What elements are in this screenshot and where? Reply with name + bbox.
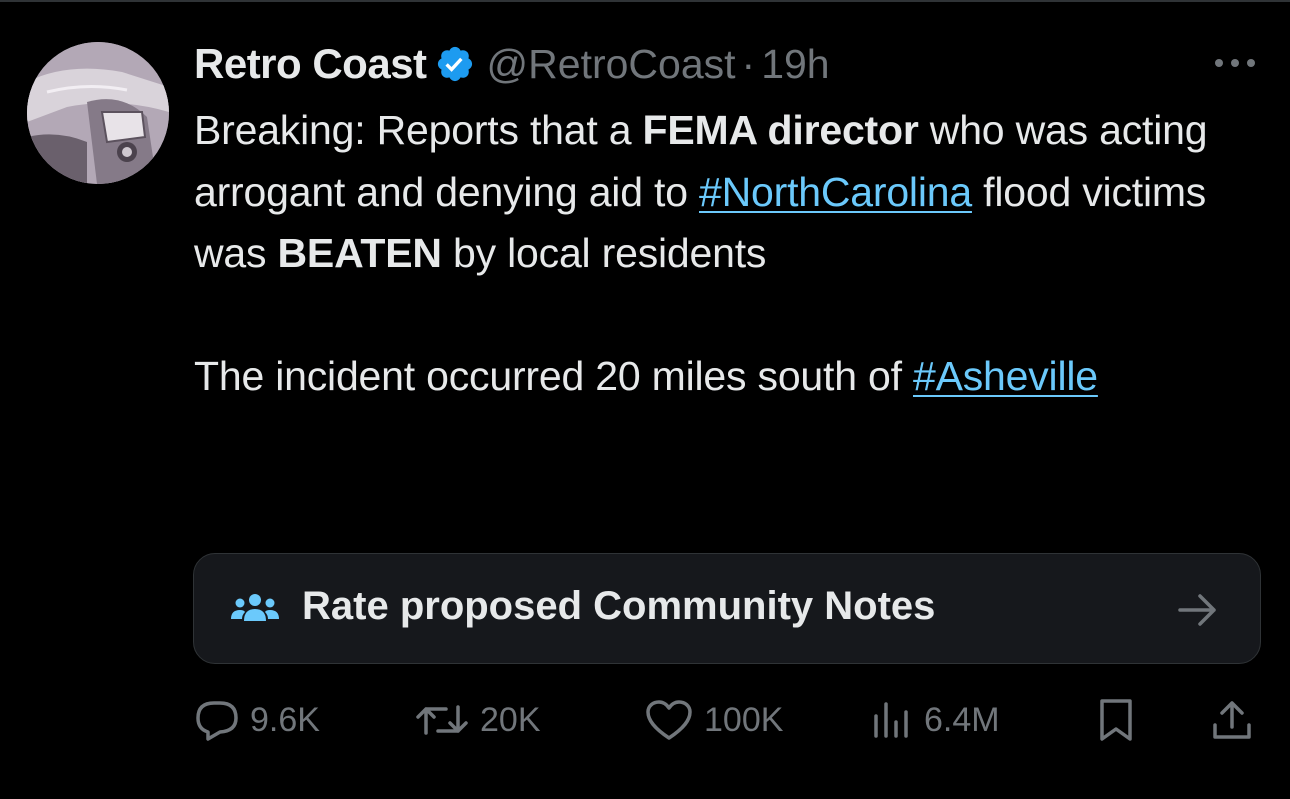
repost-count: 20K bbox=[480, 700, 541, 739]
like-button[interactable]: 100K bbox=[644, 690, 783, 750]
hashtag-northcarolina-link[interactable]: #NorthCarolina bbox=[699, 169, 972, 215]
hashtag-asheville-link[interactable]: #Asheville bbox=[913, 353, 1098, 399]
tweet-text: Breaking: Reports that a FEMA director w… bbox=[194, 100, 1264, 408]
share-button[interactable] bbox=[1210, 690, 1254, 750]
bookmark-icon bbox=[1096, 697, 1136, 743]
bold-text: FEMA director bbox=[642, 107, 919, 153]
tweet-paragraph: Breaking: Reports that a FEMA director w… bbox=[194, 100, 1264, 285]
text-span: The incident occurred 20 miles south of bbox=[194, 353, 913, 399]
views-button[interactable]: 6.4M bbox=[870, 690, 1000, 750]
avatar-image bbox=[27, 42, 169, 184]
bookmark-button[interactable] bbox=[1096, 690, 1136, 750]
community-notes-label: Rate proposed Community Notes bbox=[302, 584, 936, 628]
views-bar-chart-icon bbox=[870, 698, 914, 742]
bold-text: BEATEN bbox=[277, 230, 443, 276]
top-divider bbox=[0, 0, 1290, 2]
tweet-header: Retro Coast @RetroCoast · 19h bbox=[194, 38, 830, 90]
arrow-right-icon bbox=[1176, 590, 1220, 630]
repost-button[interactable]: 20K bbox=[414, 690, 541, 750]
display-name[interactable]: Retro Coast bbox=[194, 40, 427, 88]
text-span: by local residents bbox=[441, 230, 767, 276]
more-horizontal-icon[interactable] bbox=[1210, 48, 1260, 78]
repost-arrows-icon bbox=[414, 699, 470, 741]
tweet-actions-bar: 9.6K 20K 100K 6.4M bbox=[0, 690, 1290, 750]
share-upload-icon bbox=[1210, 697, 1254, 743]
tweet-paragraph: The incident occurred 20 miles south of … bbox=[194, 346, 1264, 408]
like-count: 100K bbox=[704, 700, 784, 739]
reply-bubble-icon bbox=[194, 699, 240, 741]
views-count: 6.4M bbox=[924, 700, 1000, 739]
reply-button[interactable]: 9.6K bbox=[194, 690, 320, 750]
separator-dot: · bbox=[741, 40, 756, 87]
avatar[interactable] bbox=[27, 42, 169, 184]
timestamp[interactable]: 19h bbox=[761, 41, 829, 88]
user-handle[interactable]: @RetroCoast bbox=[487, 41, 736, 88]
verified-badge-icon[interactable] bbox=[435, 44, 475, 84]
community-notes-people-icon bbox=[230, 591, 280, 627]
heart-icon bbox=[644, 698, 694, 742]
reply-count: 9.6K bbox=[250, 700, 320, 739]
text-span: Breaking: Reports that a bbox=[194, 107, 643, 153]
community-notes-card[interactable]: Rate proposed Community Notes bbox=[193, 553, 1261, 664]
